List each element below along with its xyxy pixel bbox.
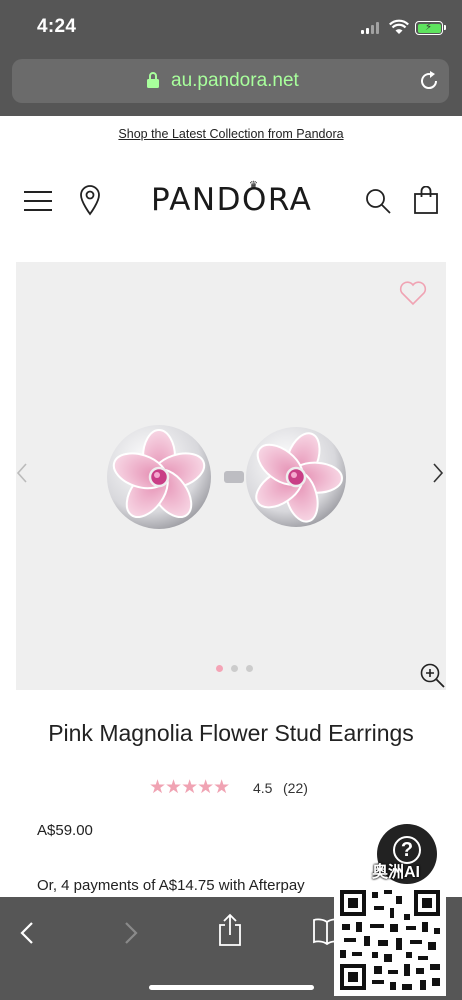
product-gallery[interactable] xyxy=(16,262,446,690)
gallery-pagination xyxy=(216,665,256,673)
rating-value: 4.5 xyxy=(253,780,273,796)
forward-icon[interactable] xyxy=(124,921,138,945)
url-text: au.pandora.net xyxy=(171,70,299,91)
promo-banner: Shop the Latest Collection from Pandora xyxy=(0,116,462,152)
back-icon[interactable] xyxy=(20,921,34,945)
reload-icon[interactable] xyxy=(417,69,441,93)
afterpay-installments: Or, 4 payments of A$14.75 with Afterpay xyxy=(37,877,305,894)
browser-top-chrome: 4:24 ⚡ au.pandora.net xyxy=(0,0,462,116)
rating-stars-icon: ★★★★★ xyxy=(149,777,230,798)
chevron-left-icon[interactable] xyxy=(16,462,28,484)
menu-icon[interactable] xyxy=(24,191,53,211)
gallery-dot[interactable] xyxy=(246,665,253,672)
crown-icon: ♛ xyxy=(249,180,258,191)
zoom-in-icon[interactable] xyxy=(419,662,445,688)
watermark-text: 奥洲AI xyxy=(372,864,421,881)
site-header: PANDORA ♛ xyxy=(0,170,462,230)
url-bar[interactable]: au.pandora.net xyxy=(12,59,449,103)
battery-icon: ⚡ xyxy=(415,21,446,35)
product-image xyxy=(107,425,346,529)
chevron-right-icon[interactable] xyxy=(432,462,444,484)
share-icon[interactable] xyxy=(217,913,243,947)
status-bar: 4:24 ⚡ xyxy=(0,0,462,56)
promo-link[interactable]: Shop the Latest Collection from Pandora xyxy=(118,127,343,141)
cellular-signal-icon xyxy=(361,22,381,34)
store-locator-icon[interactable] xyxy=(79,184,101,216)
pandora-logo[interactable]: PANDORA xyxy=(151,182,312,218)
qr-code xyxy=(334,884,446,996)
gallery-dot[interactable] xyxy=(231,665,238,672)
gallery-dot[interactable] xyxy=(216,665,223,672)
wifi-icon xyxy=(389,19,409,34)
search-icon[interactable] xyxy=(365,188,391,214)
product-price: A$59.00 xyxy=(37,822,93,839)
wishlist-heart-icon[interactable] xyxy=(399,280,427,306)
home-indicator xyxy=(149,985,314,990)
review-count[interactable]: (22) xyxy=(283,780,308,796)
product-title: Pink Magnolia Flower Stud Earrings xyxy=(48,720,414,746)
shopping-bag-icon[interactable] xyxy=(414,186,438,214)
status-time: 4:24 xyxy=(37,16,77,37)
lock-icon xyxy=(147,72,159,88)
